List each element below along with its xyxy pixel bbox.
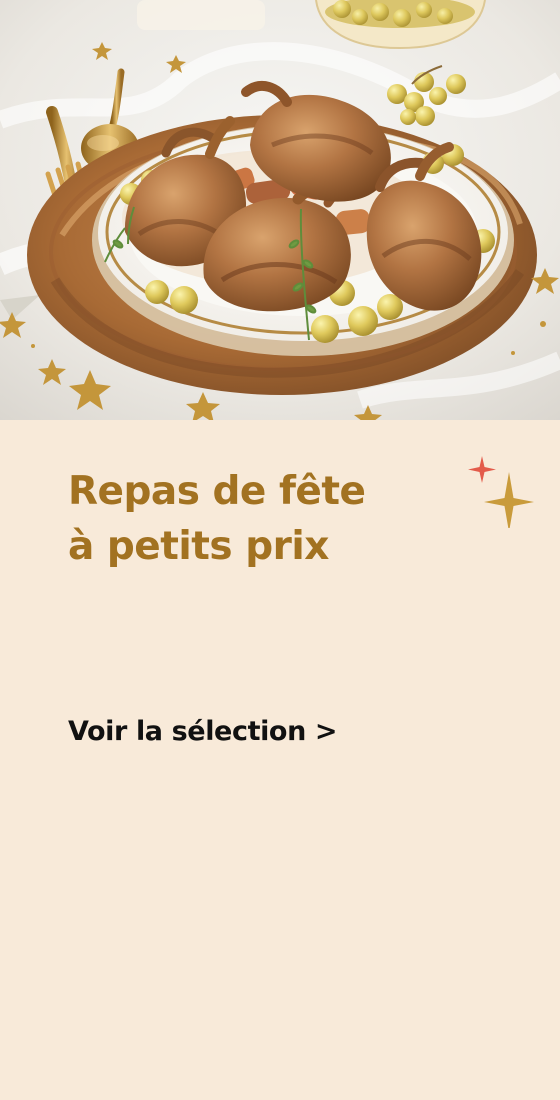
headline-line-1: Repas de fête — [68, 469, 366, 514]
roasted-quails-illustration — [0, 0, 560, 420]
promo-content: Repas de fête à petits prix Voir la séle… — [0, 420, 560, 1100]
headline-line-2: à petits prix — [68, 524, 329, 569]
sparkle-icon — [468, 456, 534, 528]
promo-headline: Repas de fête à petits prix — [68, 464, 428, 574]
promo-banner[interactable]: Repas de fête à petits prix Voir la séle… — [0, 0, 560, 1100]
see-selection-link[interactable]: Voir la sélection > — [68, 715, 338, 749]
hero-image[interactable] — [0, 0, 560, 420]
